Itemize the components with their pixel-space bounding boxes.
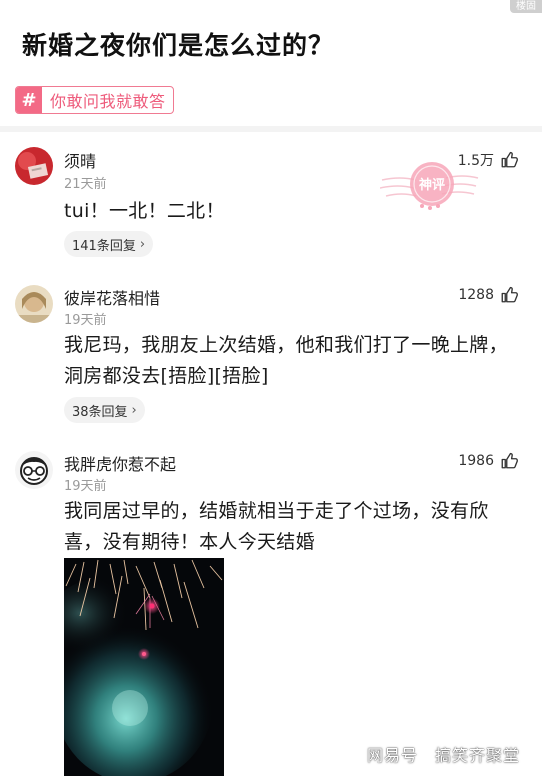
watermark-author: 搞笑齐聚堂 xyxy=(434,746,520,765)
topic-label: 你敢问我就敢答 xyxy=(50,92,166,111)
comment-username[interactable]: 彼岸花落相惜 xyxy=(64,285,160,309)
thumbs-up-icon xyxy=(501,151,518,168)
topic-tag[interactable]: # 你敢问我就敢答 xyxy=(15,86,174,114)
comment-username[interactable]: 我胖虎你惹不起 xyxy=(64,451,176,475)
comment-time: 21天前 xyxy=(64,177,107,192)
like-count: 1986 xyxy=(458,453,494,469)
avatar[interactable] xyxy=(15,285,53,323)
view-replies-button[interactable]: 38条回复 › xyxy=(64,397,145,423)
hashtag-icon: # xyxy=(16,87,42,113)
featured-stamp: 神评 xyxy=(379,150,480,220)
like-count: 1288 xyxy=(458,287,494,303)
question-title: 新婚之夜你们是怎么过的？ xyxy=(22,31,335,60)
comment-text: 我尼玛，我朋友上次结婚，他和我们打了一晚上牌，洞房都没去[捂脸][捂脸] xyxy=(64,334,508,387)
chevron-right-icon: › xyxy=(131,402,137,418)
comment-username[interactable]: 须晴 xyxy=(64,148,96,172)
stamp-text: 神评 xyxy=(419,177,445,193)
comment-text: 我同居过早的，结婚就相当于走了个过场，没有欣喜，没有期待！本人今天结婚 xyxy=(64,500,489,553)
reply-count: 38条回复 xyxy=(72,404,128,420)
view-replies-button[interactable]: 141条回复 › xyxy=(64,231,154,257)
comment-media-fireworks[interactable] xyxy=(64,558,224,776)
like-button[interactable]: 1288 xyxy=(458,286,518,304)
comment-time: 19天前 xyxy=(64,313,107,328)
watermark-separator xyxy=(425,746,427,762)
comment-time: 19天前 xyxy=(64,479,107,494)
like-button[interactable]: 1986 xyxy=(458,452,518,470)
source-watermark: 网易号 搞笑齐聚堂 xyxy=(367,742,520,766)
chevron-right-icon: › xyxy=(139,236,146,252)
thumbs-up-icon xyxy=(501,286,518,303)
thumbs-up-icon xyxy=(501,452,518,469)
corner-label: 楼固 xyxy=(510,0,542,13)
avatar[interactable] xyxy=(15,147,53,185)
avatar[interactable] xyxy=(15,451,53,489)
watermark-platform: 网易号 xyxy=(366,746,418,765)
section-divider xyxy=(0,126,542,132)
reply-count: 141条回复 xyxy=(72,238,136,254)
